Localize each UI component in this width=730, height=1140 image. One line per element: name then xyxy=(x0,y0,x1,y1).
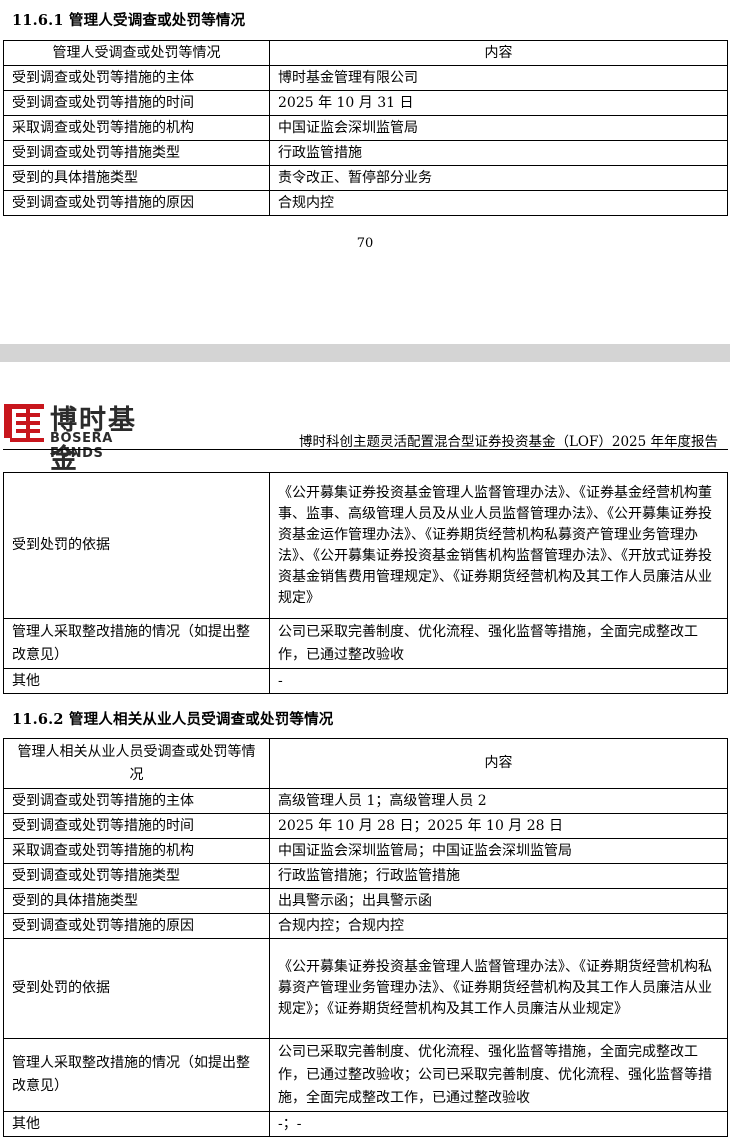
row-value: 出具警示函；出具警示函 xyxy=(269,888,728,914)
section-heading-11-6-2: 11.6.2 管理人相关从业人员受调查或处罚等情况 xyxy=(12,711,334,728)
table-row: 受到的具体措施类型 出具警示函；出具警示函 xyxy=(3,888,728,914)
row-value: 2025 年 10 月 31 日 xyxy=(269,90,728,116)
column-header-content: 内容 xyxy=(269,738,728,789)
row-label: 其他 xyxy=(3,668,270,694)
row-value: 公司已采取完善制度、优化流程、强化监督等措施，全面完成整改工作，已通过整改验收；… xyxy=(269,1038,728,1112)
row-label: 管理人采取整改措施的情况（如提出整改意见） xyxy=(3,618,270,669)
page-70: 11.6.1 管理人受调查或处罚等情况 管理人受调查或处罚等情况 内容 受到调查… xyxy=(0,0,730,344)
row-label: 受到调查或处罚等措施的时间 xyxy=(3,90,270,116)
report-title: 博时科创主题灵活配置混合型证券投资基金（LOF）2025 年年度报告 xyxy=(298,434,718,450)
row-value: 行政监管措施；行政监管措施 xyxy=(269,863,728,889)
manager-investigation-table-continued: 受到处罚的依据 《公开募集证券投资基金管理人监督管理办法》、《证券基金经营机构董… xyxy=(3,472,728,694)
column-header-item: 管理人相关从业人员受调查或处罚等情况 xyxy=(3,738,270,789)
table-row: 受到处罚的依据 《公开募集证券投资基金管理人监督管理办法》、《证券期货经营机构私… xyxy=(3,938,728,1039)
section-heading-11-6-1: 11.6.1 管理人受调查或处罚等情况 xyxy=(12,12,246,29)
table-row: 其他 - xyxy=(3,668,728,694)
table-row: 受到调查或处罚等措施的主体 高级管理人员 1；高级管理人员 2 xyxy=(3,788,728,814)
bosera-logo-mark-icon xyxy=(4,404,44,442)
table-row: 受到调查或处罚等措施的主体 博时基金管理有限公司 xyxy=(3,65,728,91)
row-value: 中国证监会深圳监管局；中国证监会深圳监管局 xyxy=(269,838,728,864)
row-label: 采取调查或处罚等措施的机构 xyxy=(3,115,270,141)
table-row: 管理人采取整改措施的情况（如提出整改意见） 公司已采取完善制度、优化流程、强化监… xyxy=(3,618,728,669)
manager-investigation-table: 管理人受调查或处罚等情况 内容 受到调查或处罚等措施的主体 博时基金管理有限公司… xyxy=(3,40,728,216)
row-value: 合规内控 xyxy=(269,190,728,216)
row-label: 受到调查或处罚等措施的原因 xyxy=(3,913,270,939)
row-label: 其他 xyxy=(3,1111,270,1137)
page-separator xyxy=(0,344,730,362)
page-number: 70 xyxy=(356,236,374,251)
row-label: 受到调查或处罚等措施的时间 xyxy=(3,813,270,839)
header-rule xyxy=(3,449,728,450)
row-label: 受到的具体措施类型 xyxy=(3,888,270,914)
page-71: 博时基金 BOSERA FUNDS 博时科创主题灵活配置混合型证券投资基金（LO… xyxy=(0,362,730,1140)
row-value: 合规内控；合规内控 xyxy=(269,913,728,939)
row-value: 公司已采取完善制度、优化流程、强化监督等措施，全面完成整改工作，已通过整改验收 xyxy=(269,618,728,669)
row-label: 管理人采取整改措施的情况（如提出整改意见） xyxy=(3,1038,270,1112)
row-value: -；- xyxy=(269,1111,728,1137)
row-value: - xyxy=(269,668,728,694)
row-value: 2025 年 10 月 28 日；2025 年 10 月 28 日 xyxy=(269,813,728,839)
row-value: 《公开募集证券投资基金管理人监督管理办法》、《证券期货经营机构私募资产管理业务管… xyxy=(269,938,728,1039)
table-row: 受到调查或处罚等措施类型 行政监管措施；行政监管措施 xyxy=(3,863,728,889)
table-row: 管理人采取整改措施的情况（如提出整改意见） 公司已采取完善制度、优化流程、强化监… xyxy=(3,1038,728,1112)
row-value: 《公开募集证券投资基金管理人监督管理办法》、《证券基金经营机构董事、监事、高级管… xyxy=(269,472,728,619)
table-row: 受到的具体措施类型 责令改正、暂停部分业务 xyxy=(3,165,728,191)
row-value: 行政监管措施 xyxy=(269,140,728,166)
table-row: 采取调查或处罚等措施的机构 中国证监会深圳监管局 xyxy=(3,115,728,141)
row-label: 受到调查或处罚等措施的原因 xyxy=(3,190,270,216)
column-header-content: 内容 xyxy=(269,40,728,66)
row-value: 高级管理人员 1；高级管理人员 2 xyxy=(269,788,728,814)
staff-investigation-table: 管理人相关从业人员受调查或处罚等情况 内容 受到调查或处罚等措施的主体 高级管理… xyxy=(3,738,728,1137)
table-row: 受到处罚的依据 《公开募集证券投资基金管理人监督管理办法》、《证券基金经营机构董… xyxy=(3,472,728,619)
table-row: 受到调查或处罚等措施的原因 合规内控 xyxy=(3,190,728,216)
column-header-item: 管理人受调查或处罚等情况 xyxy=(3,40,270,66)
bosera-logo: 博时基金 BOSERA FUNDS xyxy=(4,400,164,475)
row-label: 采取调查或处罚等措施的机构 xyxy=(3,838,270,864)
logo-english-text: BOSERA FUNDS xyxy=(50,431,113,461)
row-value: 责令改正、暂停部分业务 xyxy=(269,165,728,191)
row-label: 受到的具体措施类型 xyxy=(3,165,270,191)
table-header-row: 管理人受调查或处罚等情况 内容 xyxy=(3,40,728,66)
row-label: 受到调查或处罚等措施的主体 xyxy=(3,65,270,91)
row-label: 受到调查或处罚等措施类型 xyxy=(3,140,270,166)
table-row: 受到调查或处罚等措施的时间 2025 年 10 月 31 日 xyxy=(3,90,728,116)
table-row: 受到调查或处罚等措施的时间 2025 年 10 月 28 日；2025 年 10… xyxy=(3,813,728,839)
table-header-row: 管理人相关从业人员受调查或处罚等情况 内容 xyxy=(3,738,728,789)
table-row: 受到调查或处罚等措施类型 行政监管措施 xyxy=(3,140,728,166)
table-row: 受到调查或处罚等措施的原因 合规内控；合规内控 xyxy=(3,913,728,939)
row-label: 受到处罚的依据 xyxy=(3,472,270,619)
row-label: 受到调查或处罚等措施的主体 xyxy=(3,788,270,814)
row-label: 受到调查或处罚等措施类型 xyxy=(3,863,270,889)
row-value: 中国证监会深圳监管局 xyxy=(269,115,728,141)
row-label: 受到处罚的依据 xyxy=(3,938,270,1039)
table-row: 其他 -；- xyxy=(3,1111,728,1137)
table-row: 采取调查或处罚等措施的机构 中国证监会深圳监管局；中国证监会深圳监管局 xyxy=(3,838,728,864)
row-value: 博时基金管理有限公司 xyxy=(269,65,728,91)
